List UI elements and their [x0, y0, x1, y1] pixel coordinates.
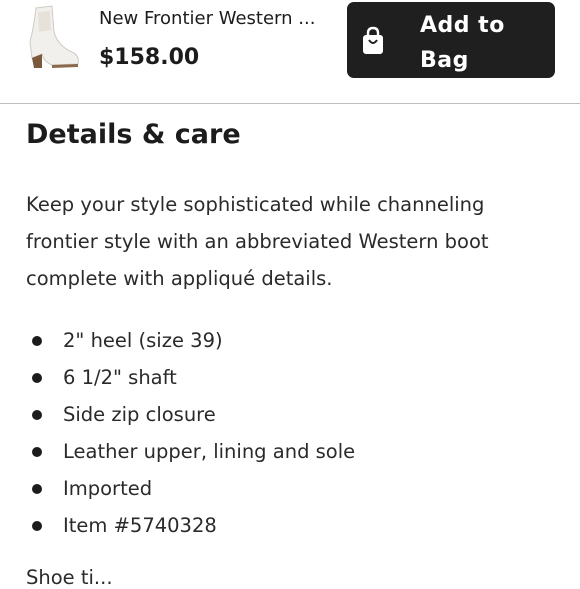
- feature-text: 6 1/2" shaft: [63, 366, 177, 389]
- feature-text: Side zip closure: [63, 403, 216, 426]
- bullet-icon: [32, 484, 42, 494]
- add-to-bag-button[interactable]: Add to Bag: [347, 2, 555, 78]
- bullet-icon: [32, 410, 42, 420]
- bullet-icon: [32, 336, 42, 346]
- feature-item: Item #5740328: [26, 507, 551, 544]
- bullet-icon: [32, 373, 42, 383]
- feature-item: Side zip closure: [26, 396, 551, 433]
- bullet-icon: [32, 521, 42, 531]
- feature-text: Item #5740328: [63, 514, 217, 537]
- bullet-icon: [32, 447, 42, 457]
- feature-item: 6 1/2" shaft: [26, 359, 551, 396]
- product-thumbnail[interactable]: [22, 2, 84, 72]
- feature-item: Imported: [26, 470, 551, 507]
- details-description: Keep your style sophisticated while chan…: [26, 193, 489, 290]
- feature-item: 2" heel (size 39): [26, 322, 551, 359]
- add-to-bag-label-line2: Bag: [420, 48, 469, 73]
- product-price: $158.00: [99, 45, 200, 70]
- feature-item: Leather upper, lining and sole: [26, 433, 551, 470]
- product-name[interactable]: New Frontier Western ...: [99, 8, 315, 29]
- shopping-bag-icon: [362, 26, 384, 56]
- sticky-product-header: New Frontier Western ... $158.00 Add to …: [0, 0, 580, 104]
- feature-text: 2" heel (size 39): [63, 329, 223, 352]
- shoe-tips-heading: Shoe ti...: [26, 566, 113, 589]
- add-to-bag-label: Add to Bag: [420, 8, 550, 78]
- details-heading: Details & care: [26, 119, 241, 150]
- add-to-bag-label-line1: Add to: [420, 13, 505, 38]
- feature-list: 2" heel (size 39) 6 1/2" shaft Side zip …: [26, 322, 551, 544]
- feature-text: Leather upper, lining and sole: [63, 440, 356, 463]
- feature-text: Imported: [63, 477, 153, 500]
